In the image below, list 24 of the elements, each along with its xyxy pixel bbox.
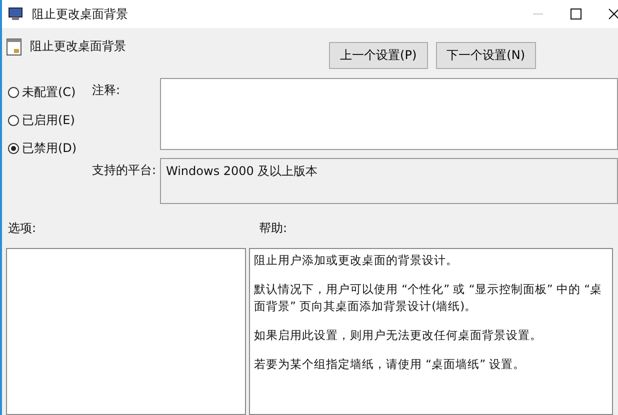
- radio-button[interactable]: [8, 87, 19, 98]
- radio-button[interactable]: [8, 115, 19, 126]
- help-paragraph: 如果启用此设置，则用户无法更改任何桌面背景设置。: [254, 327, 543, 344]
- setting-title: 阻止更改桌面背景: [30, 38, 126, 55]
- radio-label[interactable]: 已禁用(D): [22, 140, 77, 157]
- monitor-icon: [8, 7, 24, 21]
- help-label: 帮助:: [258, 220, 288, 237]
- nav-button[interactable]: 上一个设置(P): [329, 42, 428, 69]
- help-paragraph: 若要为某个组指定墙纸，请使用 “桌面墙纸” 设置。: [254, 356, 526, 373]
- comment-field[interactable]: [160, 78, 618, 150]
- close-icon[interactable]: [608, 8, 618, 20]
- radio-button[interactable]: [8, 143, 19, 154]
- window-title: 阻止更改桌面背景: [32, 6, 128, 22]
- platform-field: Windows 2000 及以上版本: [160, 158, 618, 204]
- comment-label: 注释:: [92, 82, 122, 99]
- radio-label[interactable]: 未配置(C): [22, 84, 76, 101]
- options-label: 选项:: [7, 220, 38, 237]
- help-paragraph: 默认情况下，用户可以使用 “个性化” 或 “显示控制面板” 中的 “桌面背景” 页向其桌面添加背景设计(墙纸)。: [254, 281, 604, 315]
- platform-label: 支持的平台:: [92, 162, 158, 179]
- help-paragraph: 阻止用户添加或更改桌面的背景设计。: [254, 252, 459, 269]
- policy-icon: [6, 38, 22, 56]
- maximize-icon[interactable]: [570, 8, 582, 20]
- radio-label[interactable]: 已启用(E): [22, 112, 75, 129]
- nav-button[interactable]: 下一个设置(N): [436, 42, 536, 69]
